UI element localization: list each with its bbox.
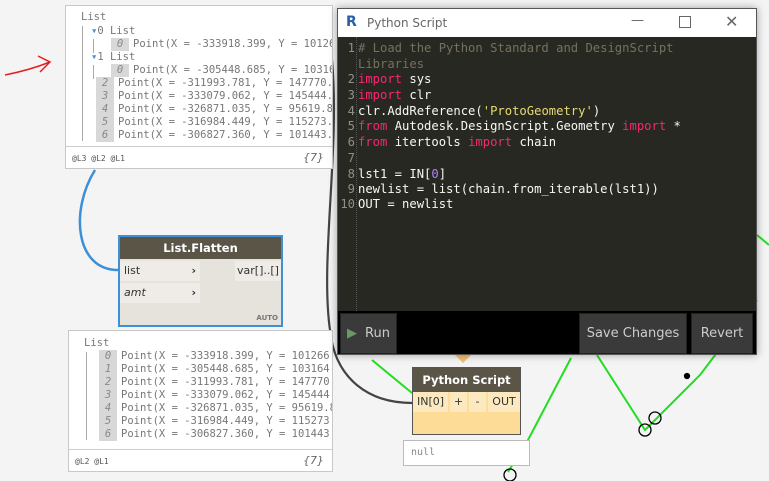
list-flatten-node[interactable]: List.Flatten list › amt › var[]..[] AUTO (118, 235, 283, 327)
item-count: {7} (303, 151, 324, 164)
geometry-line (371, 359, 413, 394)
red-arrow-annotation (4, 55, 52, 76)
revert-button[interactable]: Revert (691, 313, 753, 354)
input-port-list[interactable]: list › (120, 261, 200, 281)
list-item: 5 Point(X = -316984.449, Y = 115273.200 (96, 116, 332, 129)
list-item: 2 Point(X = -311993.781, Y = 147770.247 (99, 376, 332, 389)
index: 0 (97, 25, 104, 37)
code-line: clr.AddReference('ProtoGeometry') (358, 104, 601, 118)
watch-footer: @L3 @L2 @L1 {7} (66, 146, 332, 168)
code-line: import clr (358, 88, 432, 102)
maximize-icon[interactable] (679, 16, 691, 28)
title-bar[interactable]: R Python Script — ✕ (338, 9, 756, 37)
level-labels: @L3 @L2 @L1 (72, 154, 125, 163)
sublist-header[interactable]: ▾1 List (91, 51, 135, 64)
list-item: 0 Point(X = -305448.685, Y = 103164. (111, 64, 332, 77)
code-line: from Autodesk.DesignScript.Geometry impo… (358, 119, 681, 133)
python-script-editor-window[interactable]: R Python Script — ✕ 1 2 3 4 5 6 7 8 9 10… (337, 8, 757, 355)
list-item: 5 Point(X = -316984.449, Y = 115273.200 (99, 415, 332, 428)
python-script-node[interactable]: Python Script IN[0] + - OUT (412, 367, 521, 435)
run-button[interactable]: ▶ Run (340, 313, 397, 354)
item-count: {7} (303, 454, 324, 467)
output-port[interactable]: var[]..[] (235, 261, 281, 281)
list-item: 3 Point(X = -333079.062, Y = 145444.113 (99, 389, 332, 402)
code-editor[interactable]: 1 2 3 4 5 6 7 8 9 10 # Load the Python S… (338, 37, 756, 311)
code-line: import sys (358, 72, 432, 86)
list-item: 0 Point(X = -333918.399, Y = 101266.744 (99, 350, 332, 363)
lacing-label: AUTO (256, 314, 278, 322)
level-labels: @L2 @L1 (75, 457, 109, 466)
list-item: 0 Point(X = -333918.399, Y = 101266. (111, 38, 332, 51)
node-title: List.Flatten (120, 237, 281, 259)
output-port[interactable]: OUT (488, 392, 520, 412)
add-input-button[interactable]: + (450, 392, 467, 412)
input-port-amt[interactable]: amt › (120, 283, 200, 303)
list-label: List (84, 337, 110, 349)
watch-node-nested[interactable]: List ▾0 List 0 Point(X = -333918.399, Y =… (65, 5, 333, 169)
save-changes-button[interactable]: Save Changes (579, 313, 687, 354)
code-line: Libraries (358, 57, 425, 71)
code-line: # Load the Python Standard and DesignScr… (358, 41, 674, 55)
revit-icon: R (346, 14, 357, 30)
index: 1 (97, 51, 104, 63)
list-label: List (81, 11, 107, 23)
node-pin-marker (455, 355, 471, 363)
code-line: newlist = list(chain.from_iterable(lst1)… (358, 182, 659, 196)
minimize-icon[interactable]: — (631, 13, 644, 28)
list-item: 1 Point(X = -305448.685, Y = 103164.277 (99, 363, 332, 376)
geometry-line (756, 234, 769, 246)
list-item: 6 Point(X = -306827.360, Y = 101443.680 (96, 129, 332, 142)
list-label: List (109, 51, 136, 63)
close-icon[interactable]: ✕ (725, 12, 738, 31)
list-item: 2 Point(X = -311993.781, Y = 147770.247 (96, 77, 332, 90)
code-line: from itertools import chain (358, 135, 557, 149)
watch-footer: @L2 @L1 {7} (69, 449, 332, 471)
code-line: OUT = newlist (358, 197, 454, 211)
list-label: List (109, 25, 136, 37)
list-item: 3 Point(X = -333079.062, Y = 145444.113 (96, 90, 332, 103)
sublist-header[interactable]: ▾0 List (91, 25, 135, 38)
list-item: 6 Point(X = -306827.360, Y = 101443.680 (99, 428, 332, 441)
input-port[interactable]: IN[0] (413, 392, 448, 412)
remove-input-button[interactable]: - (469, 392, 486, 412)
window-title: Python Script (367, 16, 448, 30)
wire (78, 169, 119, 272)
code-line: lst1 = IN[0] (358, 167, 447, 181)
watch-node-flat[interactable]: List 0 Point(X = -333918.399, Y = 101266.… (68, 330, 333, 472)
node-preview: null (403, 440, 530, 466)
node-title: Python Script (413, 368, 520, 392)
list-item: 4 Point(X = -326871.035, Y = 95619.818 (99, 402, 332, 415)
list-item: 4 Point(X = -326871.035, Y = 95619.818 (96, 103, 332, 116)
play-icon: ▶ (347, 326, 358, 341)
